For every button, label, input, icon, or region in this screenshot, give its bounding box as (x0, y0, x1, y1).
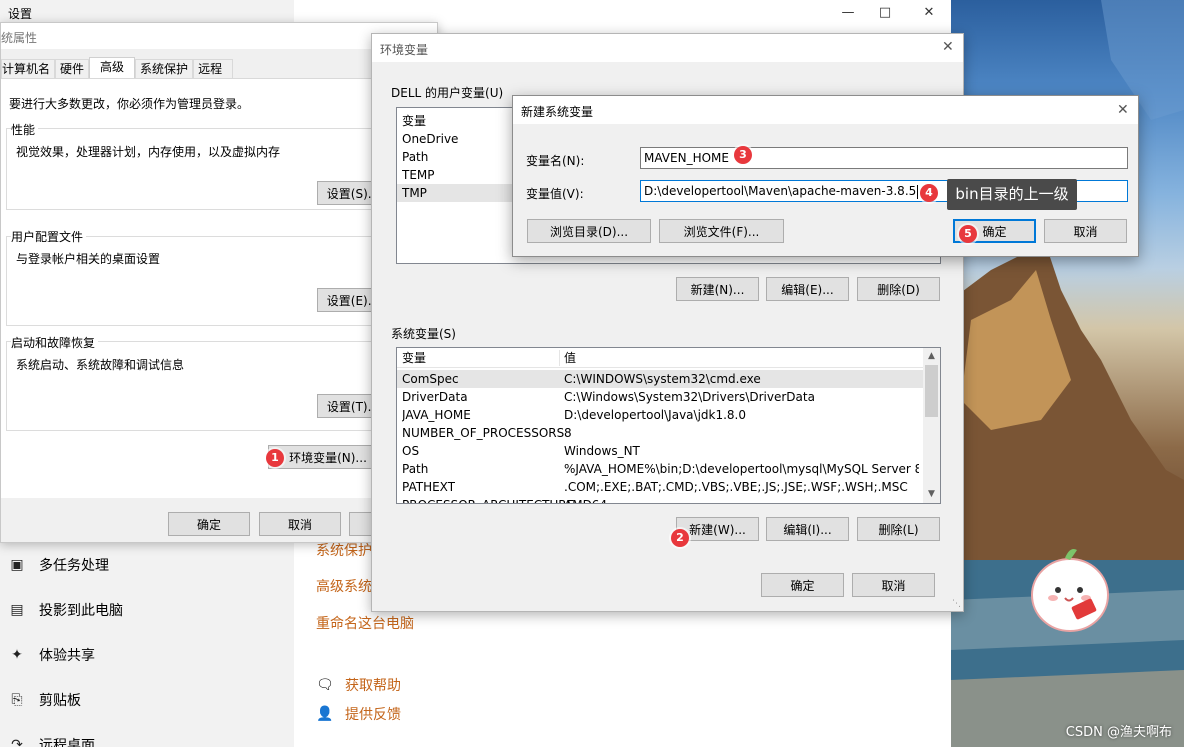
maximize-icon: □ (878, 4, 892, 20)
table-row[interactable]: JAVA_HOME D:\developertool\Java\jdk1.8.0 (397, 406, 940, 424)
multitask-icon: ▣ (10, 557, 24, 573)
clipboard-icon: ⎘ (11, 692, 23, 708)
column-header-value[interactable]: 值 (564, 348, 576, 368)
variable-value-label: 变量值(V): (526, 187, 584, 201)
table-row[interactable]: PROCESSOR_ARCHITECTUREAMD64 (397, 496, 940, 503)
link-get-help[interactable]: 🗨 获取帮助 (316, 675, 401, 695)
sysprops-ok-button[interactable]: 确定 (168, 512, 250, 536)
list-header: 变量 值 (397, 348, 940, 368)
sidebar-item-label: 投影到此电脑 (39, 603, 123, 619)
variable-name-label: 变量名(N): (526, 154, 585, 168)
newvar-cancel-button[interactable]: 取消 (1044, 219, 1127, 243)
browse-directory-button[interactable]: 浏览目录(D)... (527, 219, 651, 243)
watermark: CSDN @渔夫啊布 (1065, 725, 1172, 740)
system-delete-button[interactable]: 删除(L) (857, 517, 940, 541)
table-row[interactable]: ComSpec C:\WINDOWS\system32\cmd.exe (397, 370, 924, 388)
user-delete-button[interactable]: 删除(D) (857, 277, 940, 301)
sidebar-item-label: 远程桌面 (39, 738, 95, 747)
sidebar-item-multitask[interactable]: ▣ 多任务处理 (0, 545, 294, 585)
group-label: 用户配置文件 (11, 228, 87, 245)
close-icon[interactable]: ✕ (942, 39, 954, 55)
table-row[interactable]: Path %JAVA_HOME%\bin;D:\developertool\mys… (397, 460, 940, 478)
step-marker-1: 1 (266, 449, 284, 467)
annotation-note: bin目录的上一级 (947, 179, 1077, 210)
tab-computer-name[interactable]: 计算机名 (1, 59, 56, 79)
user-vars-label: DELL 的用户变量(U) (391, 86, 504, 100)
table-row[interactable]: PATHEXT .COM;.EXE;.BAT;.CMD;.VBS;.VBE;.JS… (397, 478, 940, 496)
table-row[interactable]: DriverData C:\Windows\System32\Drivers\Dr… (397, 388, 940, 406)
sidebar-item-label: 剪贴板 (39, 693, 81, 709)
link-feedback[interactable]: 👤 提供反馈 (316, 704, 401, 724)
group-label: 启动和故障恢复 (11, 334, 99, 351)
close-button[interactable]: ✕ (906, 0, 952, 24)
close-icon[interactable]: ✕ (1117, 102, 1129, 118)
variable-name-input[interactable]: MAVEN_HOME (640, 147, 1128, 169)
minimize-icon: — (841, 4, 855, 20)
close-icon: ✕ (923, 4, 935, 20)
scroll-down-icon[interactable]: ▼ (923, 486, 940, 503)
remote-icon: ↷ (11, 737, 23, 747)
table-row[interactable]: NUMBER_OF_PROCESSORS 8 (397, 424, 940, 442)
sidebar-item-label: 体验共享 (39, 648, 95, 664)
sidebar-item-clipboard[interactable]: ⎘ 剪贴板 (0, 680, 294, 720)
text-caret (917, 184, 919, 199)
step-marker-2: 2 (671, 529, 689, 547)
feedback-icon: 👤 (316, 706, 334, 722)
table-row[interactable]: OS Windows_NT (397, 442, 940, 460)
tab-hardware[interactable]: 硬件 (55, 59, 90, 79)
user-new-button[interactable]: 新建(N)... (676, 277, 759, 301)
vertical-scrollbar[interactable]: ▲ ▼ (923, 348, 940, 503)
mascot-sticker (1031, 549, 1109, 632)
step-marker-4: 4 (920, 184, 938, 202)
tab-system-protection[interactable]: 系统保护 (135, 59, 194, 79)
sidebar-item-project[interactable]: ▤ 投影到此电脑 (0, 590, 294, 630)
envvars-cancel-button[interactable]: 取消 (852, 573, 935, 597)
group-label: 性能 (11, 121, 39, 138)
sidebar-item-share[interactable]: ✦ 体验共享 (0, 635, 294, 675)
system-vars-label: 系统变量(S) (391, 327, 456, 341)
step-marker-5: 5 (959, 225, 977, 243)
group-text: 与登录帐户相关的桌面设置 (16, 252, 161, 266)
tab-advanced[interactable]: 高级 (89, 57, 136, 79)
scroll-up-icon[interactable]: ▲ (923, 348, 940, 365)
settings-title: 设置 (8, 7, 33, 21)
system-vars-list[interactable]: 变量 值 ComSpec C:\WINDOWS\system32\cmd.exe … (396, 347, 941, 504)
group-text: 系统启动、系统故障和调试信息 (16, 358, 185, 372)
user-edit-button[interactable]: 编辑(E)... (766, 277, 849, 301)
group-text: 视觉效果，处理器计划，内存使用，以及虚拟内存 (16, 145, 281, 159)
step-marker-3: 3 (734, 146, 752, 164)
admin-note: 要进行大多数更改，你必须作为管理员登录。 (9, 97, 250, 111)
envvars-ok-button[interactable]: 确定 (761, 573, 844, 597)
browse-file-button[interactable]: 浏览文件(F)... (659, 219, 784, 243)
sidebar-item-remote[interactable]: ↷ 远程桌面 (0, 725, 294, 747)
project-icon: ▤ (10, 602, 24, 618)
sidebar-item-label: 多任务处理 (39, 558, 109, 574)
dialog-title: 新建系统变量 (513, 96, 1138, 124)
link-system-protection[interactable]: 系统保护 (316, 540, 372, 560)
scroll-thumb[interactable] (925, 365, 938, 417)
tab-bar: 计算机名 硬件 高级 系统保护 远程 (1, 57, 234, 79)
sysprops-cancel-button[interactable]: 取消 (259, 512, 341, 536)
new-system-variable-dialog: 新建系统变量 ✕ 变量名(N): MAVEN_HOME 变量值(V): D:\d… (512, 95, 1139, 257)
help-icon: 🗨 (316, 677, 334, 693)
column-header-name[interactable]: 变量 (402, 348, 426, 368)
link-rename-pc[interactable]: 重命名这台电脑 (316, 613, 414, 633)
tab-remote[interactable]: 远程 (193, 59, 234, 79)
environment-variables-button[interactable]: 环境变量(N)... (268, 445, 388, 469)
system-edit-button[interactable]: 编辑(I)... (766, 517, 849, 541)
dialog-title: 环境变量 (372, 34, 963, 62)
resize-grip-icon[interactable]: ⋱ (952, 599, 961, 609)
share-icon: ✦ (11, 647, 23, 663)
maximize-button[interactable]: □ (862, 0, 908, 24)
